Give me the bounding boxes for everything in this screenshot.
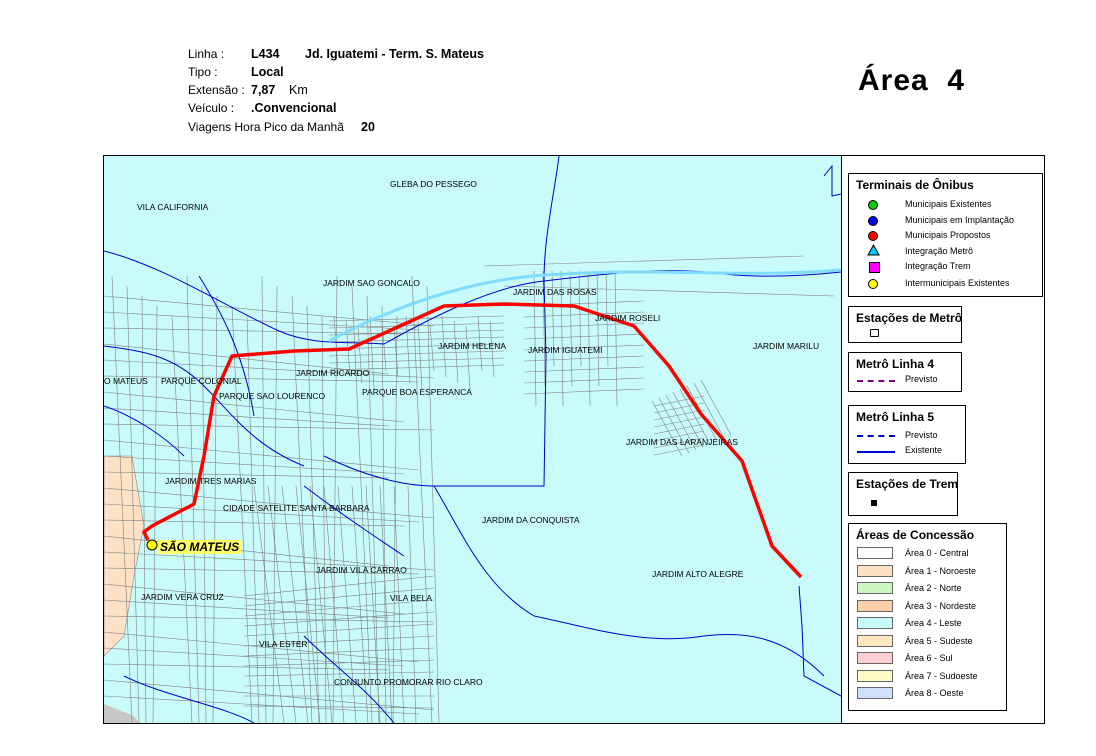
area-title: Área 4 bbox=[858, 64, 966, 97]
area-swatch-icon bbox=[857, 617, 893, 629]
legend-item: Área 5 - Sudeste bbox=[905, 635, 973, 646]
legend-estacoes-metro: Estações de Metrô bbox=[848, 306, 962, 343]
place-label: VILA ESTER bbox=[259, 639, 308, 649]
red-circle-icon bbox=[868, 231, 878, 241]
legend-item: Intermunicipais Existentes bbox=[905, 278, 1010, 288]
tipo-label: Tipo : bbox=[188, 65, 218, 79]
linha-name: Jd. Iguatemi - Term. S. Mateus bbox=[305, 47, 484, 61]
place-label: O MATEUS bbox=[104, 376, 148, 386]
legend-item: Área 3 - Nordeste bbox=[905, 600, 977, 611]
place-label: PARQUE SAO LOURENCO bbox=[219, 391, 326, 401]
linha-label: Linha : bbox=[188, 47, 225, 61]
legend-item: Área 0 - Central bbox=[905, 548, 969, 558]
legend-estacoes-trem: Estações de Trem bbox=[848, 472, 958, 516]
legend-item: Área 6 - Sul bbox=[905, 653, 953, 663]
cyan-triangle-icon bbox=[867, 244, 880, 256]
train-station-icon bbox=[871, 500, 877, 506]
legend-item: Área 4 - Leste bbox=[905, 618, 962, 628]
area-swatch-icon bbox=[857, 564, 893, 577]
legend-areas: Áreas de Concessão Área 0 - Central Área … bbox=[848, 523, 1007, 711]
place-label: VILA CALIFORNIA bbox=[137, 202, 209, 212]
place-label: JARDIM IGUATEMI bbox=[528, 345, 603, 355]
place-label: JARDIM HELENA bbox=[438, 341, 507, 351]
blue-dashed-line-icon bbox=[857, 435, 895, 437]
place-label: PARQUE BOA ESPERANCA bbox=[362, 387, 472, 397]
extensao-unit: Km bbox=[289, 83, 308, 97]
area-swatch-icon bbox=[857, 547, 893, 559]
place-label: JARDIM DAS ROSAS bbox=[513, 287, 597, 297]
area-swatch-icon bbox=[857, 652, 893, 664]
area1-zone bbox=[104, 455, 145, 657]
legend-item: Área 8 - Oeste bbox=[905, 688, 964, 698]
legend-item: Municipais Existentes bbox=[905, 199, 992, 209]
magenta-square-icon bbox=[869, 262, 880, 273]
legend-metro-linha4: Metrô Linha 4 Previsto bbox=[848, 352, 962, 392]
legend-item: Integração Metrô bbox=[905, 246, 974, 256]
legend-item: Previsto bbox=[905, 430, 938, 440]
place-label: JARDIM VILA CARRAO bbox=[316, 565, 407, 575]
viagens-label: Viagens Hora Pico da Manhã bbox=[188, 120, 344, 134]
blue-solid-line-icon bbox=[857, 451, 895, 453]
area-swatch-icon bbox=[857, 634, 893, 647]
place-label: CONJUNTO PROMORAR RIO CLARO bbox=[334, 677, 483, 687]
area-gray-corner bbox=[104, 704, 139, 723]
legend-item: Municipais Propostos bbox=[905, 230, 991, 240]
area-swatch-icon bbox=[857, 687, 893, 699]
veiculo-value: .Convencional bbox=[251, 101, 337, 115]
place-label: JARDIM RICARDO bbox=[296, 368, 370, 378]
green-circle-icon bbox=[868, 200, 878, 210]
area-swatch-icon bbox=[857, 582, 893, 594]
area-swatch-icon bbox=[857, 599, 893, 612]
place-label: JARDIM TRES MARIAS bbox=[165, 476, 257, 486]
legend-estacoes-trem-title: Estações de Trem bbox=[856, 477, 959, 491]
legend-terminais-title: Terminais de Ônibus bbox=[856, 178, 974, 192]
legend-item: Municipais em Implantação bbox=[905, 215, 1015, 225]
purple-dashed-line-icon bbox=[857, 380, 895, 382]
map-frame: GLEBA DO PESSEGO VILA CALIFORNIA JARDIM … bbox=[103, 155, 1045, 724]
place-label: VILA BELA bbox=[390, 593, 433, 603]
blue-circle-icon bbox=[868, 216, 878, 226]
linha-code: L434 bbox=[251, 47, 280, 61]
place-label: JARDIM ROSELI bbox=[595, 313, 661, 323]
legend-metro-linha4-title: Metrô Linha 4 bbox=[856, 357, 935, 371]
legend-item: Área 7 - Sudoeste bbox=[905, 670, 978, 681]
legend-metro-linha5: Metrô Linha 5 Previsto Existente bbox=[848, 405, 966, 464]
extensao-label: Extensão : bbox=[188, 83, 245, 97]
legend-estacoes-metro-title: Estações de Metrô bbox=[856, 311, 963, 325]
street-network bbox=[104, 255, 835, 723]
legend-item: Integração Trem bbox=[905, 261, 971, 271]
legend-terminais: Terminais de Ônibus Municipais Existente… bbox=[848, 173, 1043, 297]
place-label: JARDIM SAO GONCALO bbox=[323, 278, 420, 288]
place-label: CIDADE SATELITE SANTA BARBARA bbox=[223, 503, 370, 513]
tipo-value: Local bbox=[251, 65, 284, 79]
legend-item: Área 1 - Noroeste bbox=[905, 565, 977, 576]
legend-item: Área 2 - Norte bbox=[905, 583, 962, 593]
yellow-circle-icon bbox=[868, 279, 878, 289]
legend-metro-linha5-title: Metrô Linha 5 bbox=[856, 410, 935, 424]
legend-areas-title: Áreas de Concessão bbox=[856, 528, 975, 542]
extensao-value: 7,87 bbox=[251, 83, 276, 97]
legend-item: Existente bbox=[905, 445, 943, 455]
area-swatch-icon bbox=[857, 669, 893, 682]
terminal-label: SÃO MATEUS bbox=[158, 540, 242, 554]
map-area[interactable]: GLEBA DO PESSEGO VILA CALIFORNIA JARDIM … bbox=[104, 156, 842, 723]
metro-station-icon bbox=[870, 329, 879, 337]
veiculo-label: Veículo : bbox=[188, 101, 235, 115]
viagens-value: 20 bbox=[361, 120, 375, 134]
place-label: GLEBA DO PESSEGO bbox=[390, 179, 477, 189]
place-label: JARDIM DAS LARANJEIRAS bbox=[626, 437, 738, 447]
place-label: JARDIM ALTO ALEGRE bbox=[652, 569, 744, 579]
place-label: JARDIM VERA CRUZ bbox=[141, 592, 224, 602]
legend-item: Previsto bbox=[905, 374, 938, 384]
terminal-marker bbox=[146, 539, 158, 551]
place-label: JARDIM MARILU bbox=[753, 341, 820, 351]
place-label: JARDIM DA CONQUISTA bbox=[482, 515, 580, 525]
place-label: PARQUE COLONIAL bbox=[161, 376, 242, 386]
